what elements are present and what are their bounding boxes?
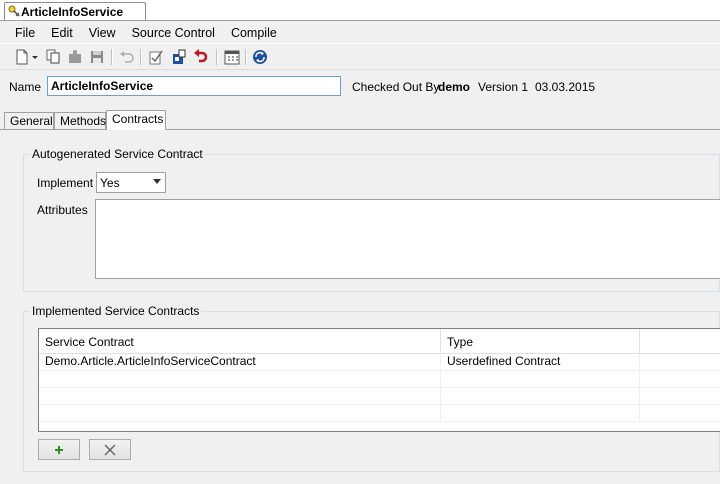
implement-label: Implement (37, 176, 94, 190)
tab-methods[interactable]: Methods (54, 112, 106, 129)
grid-header: Service Contract Type (39, 329, 720, 354)
empty-cell (441, 404, 640, 421)
column-header-type[interactable]: Type (441, 329, 640, 353)
refresh-icon[interactable] (251, 48, 269, 66)
attributes-label: Attributes (37, 203, 88, 217)
calendar-icon[interactable] (223, 48, 241, 66)
service-icon (8, 5, 20, 17)
implement-select[interactable]: Yes (96, 172, 166, 193)
document-tab[interactable]: ArticleInfoService (4, 2, 146, 20)
table-row-empty (39, 370, 720, 388)
empty-cell (441, 387, 640, 404)
version-label: Version 1 (478, 80, 529, 94)
empty-cell (39, 370, 441, 387)
toolbar (0, 44, 720, 70)
toolbar-separator (245, 49, 247, 65)
contracts-grid: Service Contract Type Demo.Article.Artic… (38, 328, 720, 432)
empty-cell (39, 387, 441, 404)
toolbar-separator (216, 49, 218, 65)
undo-checkout-icon[interactable] (192, 48, 210, 66)
puzzle-icon[interactable] (66, 48, 84, 66)
table-row[interactable]: Demo.Article.ArticleInfoServiceContract … (39, 353, 720, 371)
contracts-panel: Autogenerated Service Contract Implement… (0, 130, 720, 484)
date-label: 03.03.2015 (535, 80, 596, 94)
save-icon[interactable] (88, 48, 106, 66)
implemented-title: Implemented Service Contracts (30, 304, 202, 318)
remove-contract-button[interactable] (89, 439, 131, 460)
autogenerated-group: Autogenerated Service Contract Implement… (23, 147, 720, 292)
menu-edit[interactable]: Edit (43, 26, 81, 40)
name-row: Name Checked Out By demo Version 1 03.03… (0, 70, 720, 110)
copy-icon[interactable] (45, 48, 63, 66)
toolbar-separator (140, 49, 142, 65)
checked-out-label: Checked Out By (352, 80, 440, 94)
checked-out-user: demo (438, 80, 471, 94)
document-tab-title: ArticleInfoService (21, 4, 124, 19)
autogenerated-title: Autogenerated Service Contract (30, 147, 205, 161)
tab-general[interactable]: General (4, 112, 54, 129)
add-contract-button[interactable] (38, 439, 80, 460)
menu-compile[interactable]: Compile (223, 26, 285, 40)
tab-strip: General Methods Contracts (0, 110, 720, 130)
close-icon (104, 443, 116, 456)
column-header-service-contract[interactable]: Service Contract (39, 329, 441, 353)
checkout-icon[interactable] (147, 48, 165, 66)
plus-icon (55, 445, 63, 454)
implement-value: Yes (100, 175, 120, 190)
menu-file[interactable]: File (0, 26, 43, 40)
document-tab-strip: ArticleInfoService (0, 0, 720, 23)
new-document-icon[interactable] (14, 48, 40, 66)
table-row-empty (39, 404, 720, 422)
empty-cell (39, 404, 441, 421)
toolbar-separator (111, 49, 113, 65)
table-row-empty (39, 387, 720, 405)
undo-icon[interactable] (118, 48, 136, 66)
menu-view[interactable]: View (81, 26, 124, 40)
name-label: Name (9, 80, 42, 94)
tab-contracts[interactable]: Contracts (106, 110, 166, 130)
chevron-down-icon (153, 179, 161, 184)
name-input[interactable] (47, 76, 341, 96)
cell-service-contract: Demo.Article.ArticleInfoServiceContract (39, 353, 441, 370)
implemented-group: Implemented Service Contracts Service Co… (23, 304, 720, 472)
menu-source-control[interactable]: Source Control (124, 26, 223, 40)
attributes-textarea[interactable] (95, 199, 720, 279)
checkin-icon[interactable] (170, 48, 188, 66)
menu-bar: File Edit View Source Control Compile (0, 22, 720, 43)
empty-cell (441, 370, 640, 387)
cell-type: Userdefined Contract (441, 353, 640, 370)
